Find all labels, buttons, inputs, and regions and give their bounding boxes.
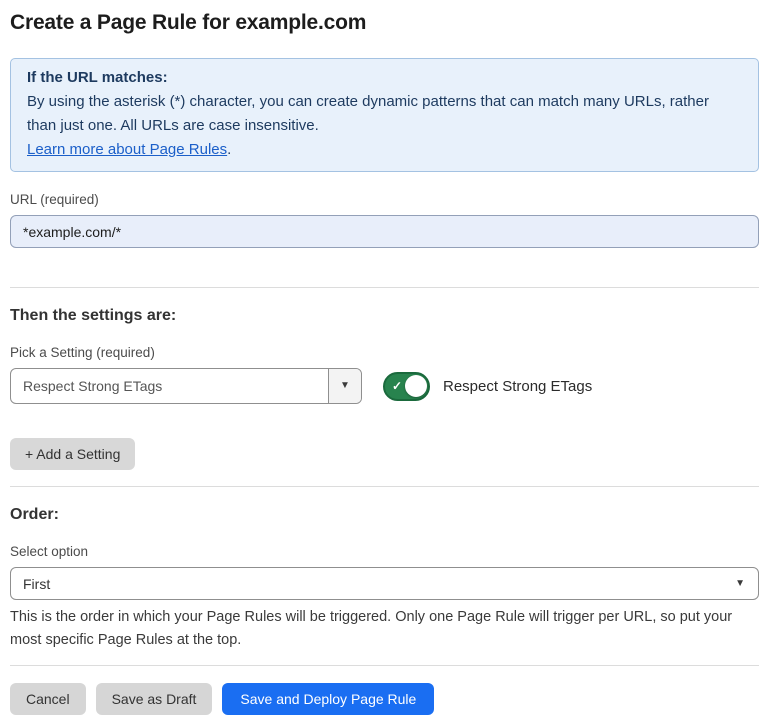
info-box-link-line: Learn more about Page Rules.: [27, 138, 742, 162]
settings-heading: Then the settings are:: [10, 307, 759, 325]
section-divider: [10, 486, 759, 487]
order-select[interactable]: First ▼: [10, 567, 759, 600]
add-setting-button[interactable]: + Add a Setting: [10, 438, 135, 470]
order-description: This is the order in which your Page Rul…: [10, 606, 759, 652]
link-suffix: .: [227, 141, 231, 158]
setting-select[interactable]: Respect Strong ETags ▼: [10, 368, 362, 404]
url-match-info-box: If the URL matches: By using the asteris…: [10, 58, 759, 172]
info-box-body: By using the asterisk (*) character, you…: [27, 90, 742, 138]
page-rule-form: Create a Page Rule for example.com If th…: [0, 0, 769, 715]
order-heading: Order:: [10, 506, 759, 524]
save-draft-button[interactable]: Save as Draft: [96, 683, 213, 715]
cancel-button[interactable]: Cancel: [10, 683, 86, 715]
footer-divider: [10, 665, 759, 666]
caret-down-icon: ▼: [735, 579, 758, 589]
respect-strong-etags-toggle[interactable]: ✓: [383, 372, 430, 401]
page-title: Create a Page Rule for example.com: [10, 0, 759, 35]
setting-picker-label: Pick a Setting (required): [10, 345, 759, 360]
info-box-heading: If the URL matches:: [27, 66, 742, 90]
url-label: URL (required): [10, 192, 759, 207]
learn-more-link[interactable]: Learn more about Page Rules: [27, 141, 227, 158]
setting-row: Respect Strong ETags ▼ ✓ Respect Strong …: [10, 368, 759, 404]
order-select-label: Select option: [10, 544, 759, 559]
check-icon: ✓: [392, 379, 402, 393]
toggle-knob: [405, 375, 427, 397]
toggle-label: Respect Strong ETags: [443, 378, 592, 395]
setting-select-value: Respect Strong ETags: [11, 378, 328, 394]
save-deploy-button[interactable]: Save and Deploy Page Rule: [222, 683, 434, 715]
caret-down-icon: ▼: [340, 381, 350, 391]
url-input[interactable]: [10, 215, 759, 248]
toggle-group: ✓ Respect Strong ETags: [383, 372, 592, 401]
section-divider: [10, 287, 759, 288]
order-select-value: First: [11, 576, 735, 592]
footer-actions: Cancel Save as Draft Save and Deploy Pag…: [10, 683, 759, 715]
setting-select-caret-button[interactable]: ▼: [328, 369, 361, 403]
